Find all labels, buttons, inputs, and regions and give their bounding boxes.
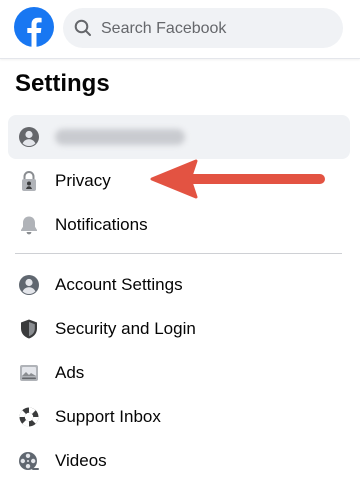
bell-icon	[21, 216, 37, 235]
menu-item-security-login[interactable]: Security and Login	[8, 307, 350, 351]
page-title: Settings	[15, 70, 110, 97]
menu-item-account-settings[interactable]: Account Settings	[8, 263, 350, 307]
menu-label-notifications: Notifications	[55, 215, 148, 234]
profile-name-blurred	[55, 129, 185, 145]
menu-item-profile[interactable]	[8, 115, 350, 159]
menu-item-support-inbox[interactable]: Support Inbox	[8, 395, 350, 439]
menu-label-ads: Ads	[55, 363, 85, 382]
annotation-arrow-icon	[150, 159, 325, 199]
shield-icon	[21, 319, 37, 339]
profile-icon	[19, 127, 39, 147]
person-circle-icon	[19, 275, 39, 295]
menu-item-notifications[interactable]: Notifications	[8, 203, 350, 247]
lifebuoy-icon	[19, 407, 39, 427]
menu-item-videos[interactable]: Videos	[8, 439, 350, 483]
film-reel-icon	[19, 452, 39, 470]
menu-label-account-settings: Account Settings	[55, 275, 183, 294]
menu-label-security-login: Security and Login	[55, 319, 196, 338]
menu-label-privacy: Privacy	[55, 171, 111, 190]
search-input[interactable]	[99, 8, 333, 50]
lock-icon	[22, 171, 36, 191]
search-icon	[74, 19, 91, 36]
section-divider	[15, 253, 342, 254]
menu-label-support-inbox: Support Inbox	[55, 407, 161, 426]
menu-label-videos: Videos	[55, 451, 107, 470]
ads-icon	[20, 365, 38, 381]
search-box[interactable]	[63, 8, 343, 50]
facebook-logo-icon[interactable]	[14, 7, 54, 47]
menu-item-ads[interactable]: Ads	[8, 351, 350, 395]
top-bar	[0, 0, 360, 59]
